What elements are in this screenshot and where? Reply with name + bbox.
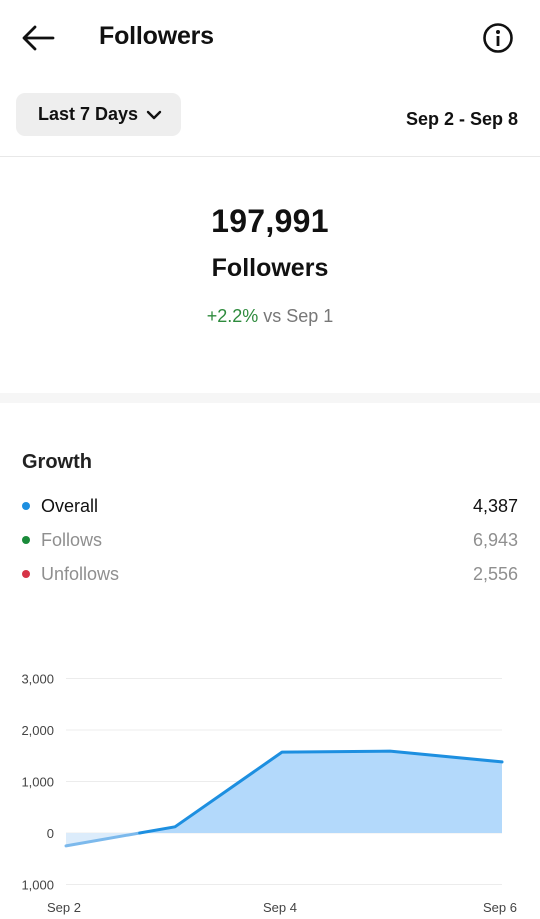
follower-change: +2.2% vs Sep 1 (0, 306, 540, 327)
legend-unfollows: Unfollows 2,556 (22, 562, 518, 586)
overall-dot (22, 502, 30, 510)
unfollows-dot (22, 570, 30, 578)
legend-overall: Overall 4,387 (22, 494, 518, 518)
follower-count: 197,991 (211, 203, 329, 239)
y-tick-label: 1,000 (21, 775, 54, 790)
info-circle-icon (483, 23, 513, 53)
date-range-dropdown[interactable]: Last 7 Days (16, 93, 181, 136)
x-tick-label: Sep 2 (47, 900, 81, 915)
legend-label: Unfollows (41, 563, 120, 584)
growth-title: Growth (22, 451, 92, 473)
date-range-dropdown-label: Last 7 Days (38, 104, 139, 124)
area-positive (139, 751, 502, 833)
follows-dot (22, 536, 30, 544)
legend-value: 2,556 (472, 563, 518, 584)
info-button[interactable] (480, 20, 516, 56)
follower-count-label: Followers (211, 254, 329, 282)
page-title: Followers (99, 22, 214, 50)
back-button[interactable] (18, 20, 58, 56)
date-range-text: Sep 2 - Sep 8 (405, 109, 518, 129)
x-tick-label: Sep 6 (483, 900, 517, 915)
growth-chart: 3,000 2,000 1,000 0 1,000 Sep 2 Sep 4 Sep 6 (21, 672, 517, 916)
change-percent: +2.2% (206, 306, 259, 326)
y-tick-label: 1,000 (21, 878, 54, 893)
followers-summary: 197,991 Followers +2.2% vs Sep 1 (0, 157, 540, 393)
legend-follows: Follows 6,943 (22, 528, 518, 552)
y-tick-label: 2,000 (21, 723, 54, 738)
legend-label: Overall (41, 495, 99, 516)
y-tick-label: 3,000 (21, 672, 54, 687)
change-comparison: vs Sep 1 (263, 306, 334, 326)
legend-label: Follows (41, 529, 103, 550)
legend-value: 6,943 (472, 529, 518, 550)
top-bar: Followers (0, 0, 540, 78)
chevron-down-icon (146, 109, 162, 121)
legend-value: 4,387 (472, 495, 518, 516)
arrow-left-icon (22, 25, 55, 51)
y-tick-label: 0 (47, 826, 54, 841)
x-tick-label: Sep 4 (263, 900, 297, 915)
section-separator (0, 393, 540, 403)
